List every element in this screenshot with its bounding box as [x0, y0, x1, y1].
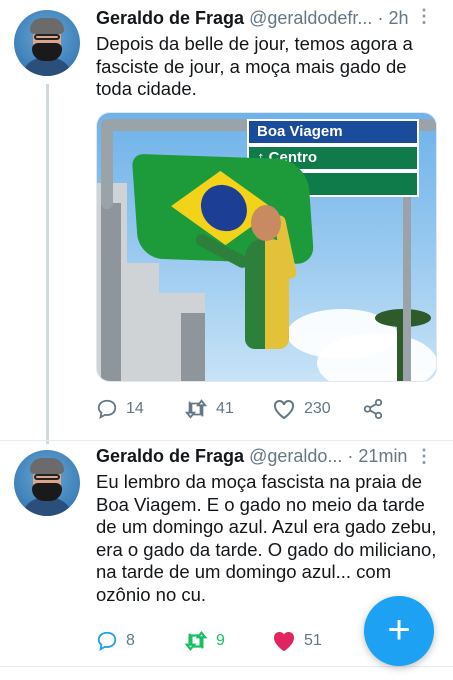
- reply-count: 8: [126, 632, 135, 649]
- timestamp[interactable]: 2h: [388, 8, 408, 28]
- share-button[interactable]: [362, 398, 384, 420]
- tweet-text-line: Boa Viagem. E o gado no meio da tarde: [96, 493, 425, 515]
- like-button[interactable]: 230: [272, 398, 331, 420]
- share-icon: [363, 398, 383, 420]
- timestamp[interactable]: 21min: [358, 446, 407, 466]
- retweet-count: 9: [216, 632, 225, 649]
- separator: ·: [377, 8, 384, 28]
- compose-tweet-button[interactable]: +: [364, 596, 434, 666]
- tweet-1[interactable]: Geraldo de Fraga @geraldodefr... · 2h ⋮ …: [0, 0, 453, 444]
- avatar[interactable]: [14, 10, 80, 76]
- tweet-actions: 14 41 230: [96, 398, 396, 422]
- reply-button[interactable]: 8: [96, 630, 135, 652]
- author-name[interactable]: Geraldo de Fraga: [96, 446, 244, 466]
- reply-button[interactable]: 14: [96, 398, 144, 420]
- retweet-count: 41: [216, 400, 234, 417]
- tweet-photo[interactable]: Boa Viagem ↑ Centro da: [96, 112, 437, 382]
- retweet-button[interactable]: 41: [184, 398, 234, 420]
- retweet-icon: [184, 399, 208, 419]
- tweet-header: Geraldo de Fraga @geraldodefr... · 2h: [96, 8, 408, 29]
- tweet-text-line: Depois da belle de jour, temos agora a: [96, 33, 413, 54]
- author-name[interactable]: Geraldo de Fraga: [96, 8, 244, 28]
- road-sign: Boa Viagem: [247, 119, 419, 145]
- tweet-header: Geraldo de Fraga @geraldo... · 21min: [96, 446, 407, 467]
- thread-line: [46, 84, 49, 444]
- more-options-icon[interactable]: ⋮: [415, 6, 433, 27]
- reply-count: 14: [126, 400, 144, 417]
- author-handle[interactable]: @geraldodefr...: [249, 8, 372, 28]
- retweet-icon: [184, 630, 208, 652]
- tweet-text-line: toda cidade.: [96, 78, 197, 99]
- more-options-icon[interactable]: ⋮: [415, 446, 433, 467]
- like-count: 230: [304, 400, 331, 417]
- tweet-text: Eu lembro da moça fascista na praia de B…: [96, 471, 441, 606]
- tweet-text-line: na tarde de um domingo azul... com: [96, 561, 392, 582]
- person-image: [193, 205, 303, 381]
- retweet-button[interactable]: 9: [184, 630, 225, 652]
- separator: ·: [347, 446, 354, 466]
- reply-icon: [97, 631, 117, 651]
- tweet-text-line: de um domingo azul. Azul era gado zebu,: [96, 516, 437, 537]
- tweet-text-line: era o gado da tarde. O gado do miliciano…: [96, 538, 437, 560]
- avatar[interactable]: [14, 450, 80, 516]
- tweet-text-line: fasciste de jour, a moça mais gado de: [96, 55, 407, 77]
- heart-icon: [274, 399, 294, 420]
- tweet-actions: 8 9 51: [96, 630, 396, 654]
- reply-icon: [97, 399, 117, 419]
- author-handle[interactable]: @geraldo...: [249, 446, 342, 466]
- tweet-text: Depois da belle de jour, temos agora a f…: [96, 33, 436, 101]
- like-button[interactable]: 51: [272, 630, 322, 652]
- tweet-divider: [0, 440, 453, 441]
- tweet-divider: [0, 666, 453, 667]
- heart-icon: [274, 631, 294, 652]
- tweet-text-line: Eu lembro da moça fascista na praia de: [96, 471, 422, 492]
- like-count: 51: [304, 632, 322, 649]
